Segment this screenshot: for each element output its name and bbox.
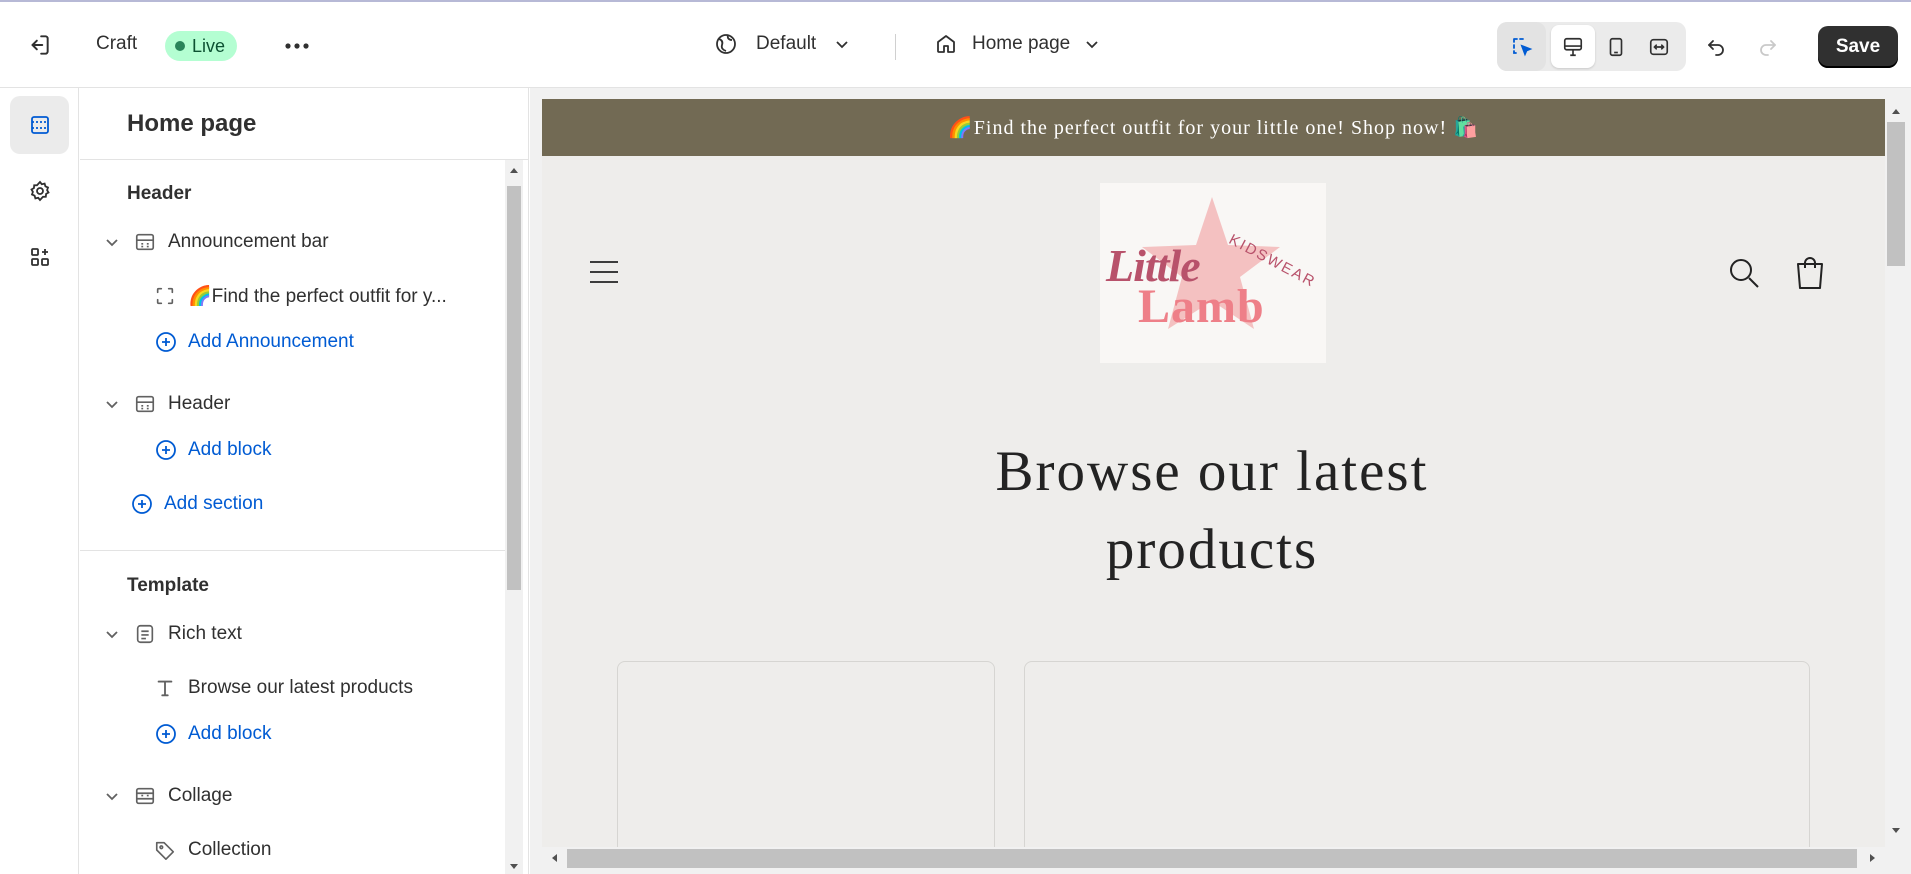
scroll-left-arrow-icon[interactable] [550, 853, 558, 863]
plus-circle-icon [154, 330, 178, 354]
add-section-button[interactable]: Add section [130, 492, 263, 516]
top-bar: Craft Live Default Home page Save [0, 0, 1911, 88]
section-label: Announcement bar [168, 231, 329, 252]
store-preview: 🌈Find the perfect outfit for your little… [542, 99, 1885, 847]
section-rich-text[interactable]: Rich text [104, 614, 504, 654]
sidebar-scrollbar-thumb[interactable] [507, 186, 521, 590]
undo-icon[interactable] [1704, 34, 1728, 58]
preview-vertical-scrollbar-thumb[interactable] [1887, 122, 1905, 266]
heading-line-2: products [1105, 518, 1319, 581]
chevron-down-icon [1084, 36, 1100, 52]
page-title: Home page [127, 110, 257, 137]
section-announcement-bar[interactable]: Announcement bar [104, 222, 504, 262]
theme-name: Craft [96, 33, 138, 54]
section-layout-icon [134, 393, 156, 415]
store-logo[interactable]: Little Lamb KIDSWEAR [1100, 183, 1326, 363]
cart-icon[interactable] [1793, 254, 1827, 290]
add-block-button[interactable]: Add block [154, 438, 271, 462]
block-label: Collection [188, 839, 272, 860]
redo-icon[interactable] [1756, 34, 1780, 58]
tag-icon [154, 839, 176, 861]
add-block-label: Add block [188, 723, 272, 744]
inspector-button[interactable] [1497, 22, 1546, 71]
theme-select-label: Default [756, 33, 817, 54]
block-heading[interactable]: Browse our latest products [154, 668, 514, 708]
rich-text-heading[interactable]: Browse our latest products [862, 433, 1562, 589]
plus-circle-icon [130, 492, 154, 516]
sections-sidebar: Home page Header Announcement bar 🌈Find … [80, 88, 529, 874]
more-actions-icon[interactable] [283, 34, 311, 58]
search-icon[interactable] [1728, 257, 1760, 289]
header-group-label: Header [127, 183, 192, 204]
collage-card[interactable] [617, 661, 995, 847]
block-dashed-icon [154, 285, 176, 307]
fullscreen-view-button[interactable] [1637, 25, 1681, 68]
chevron-down-icon[interactable] [104, 626, 120, 642]
section-label: Rich text [168, 623, 242, 644]
save-button[interactable]: Save [1818, 26, 1898, 68]
divider [895, 34, 896, 60]
scroll-up-arrow-icon[interactable] [509, 166, 519, 174]
section-label: Header [168, 393, 231, 414]
plus-circle-icon [154, 722, 178, 746]
settings-gear-icon[interactable] [10, 162, 69, 220]
status-dot [175, 41, 185, 51]
preview-horizontal-scrollbar-thumb[interactable] [567, 849, 1857, 868]
add-section-label: Add section [164, 493, 264, 514]
text-section-icon [134, 623, 156, 645]
home-icon [934, 32, 958, 56]
block-announcement[interactable]: 🌈Find the perfect outfit for y... [154, 276, 514, 316]
block-label: Browse our latest products [188, 677, 413, 698]
mobile-view-button[interactable] [1594, 25, 1638, 68]
status-badge: Live [165, 31, 238, 61]
add-block-label: Add block [188, 439, 272, 460]
sections-nav-button[interactable] [10, 96, 69, 154]
nav-rail [0, 88, 79, 874]
scroll-right-arrow-icon[interactable] [1869, 853, 1877, 863]
block-collection[interactable]: Collection [154, 830, 514, 870]
plus-circle-icon [154, 438, 178, 462]
status-text: Live [192, 35, 226, 56]
apps-icon[interactable] [10, 228, 69, 286]
scroll-down-arrow-icon[interactable] [509, 863, 519, 871]
text-type-icon [154, 677, 176, 699]
announcement-bar[interactable]: 🌈Find the perfect outfit for your little… [542, 99, 1885, 156]
section-label: Collage [168, 785, 233, 806]
logo-word-lamb: Lamb [1138, 280, 1265, 333]
add-block-button[interactable]: Add block [154, 722, 271, 746]
add-announcement-button[interactable]: Add Announcement [154, 330, 354, 354]
template-group-label: Template [127, 575, 210, 596]
scroll-up-arrow-icon[interactable] [1891, 107, 1901, 115]
section-collage[interactable]: Collage [104, 776, 504, 816]
section-layout-icon [134, 231, 156, 253]
divider [80, 550, 505, 551]
globe-icon [714, 32, 738, 56]
chevron-down-icon[interactable] [104, 788, 120, 804]
scroll-down-arrow-icon[interactable] [1891, 827, 1901, 835]
theme-select[interactable]: Default [714, 32, 850, 56]
chevron-down-icon[interactable] [104, 234, 120, 250]
desktop-view-button[interactable] [1551, 25, 1595, 68]
collage-icon [134, 785, 156, 807]
add-announcement-label: Add Announcement [188, 331, 354, 352]
section-header[interactable]: Header [104, 384, 504, 424]
divider [80, 159, 528, 160]
page-select[interactable]: Home page [934, 32, 1100, 56]
collage-card[interactable] [1024, 661, 1810, 847]
page-select-label: Home page [972, 33, 1071, 54]
chevron-down-icon [834, 36, 850, 52]
menu-icon[interactable] [588, 257, 620, 287]
chevron-down-icon[interactable] [104, 396, 120, 412]
exit-icon[interactable] [26, 32, 52, 58]
heading-line-1: Browse our latest [995, 440, 1429, 503]
block-label: 🌈Find the perfect outfit for y... [188, 286, 447, 307]
